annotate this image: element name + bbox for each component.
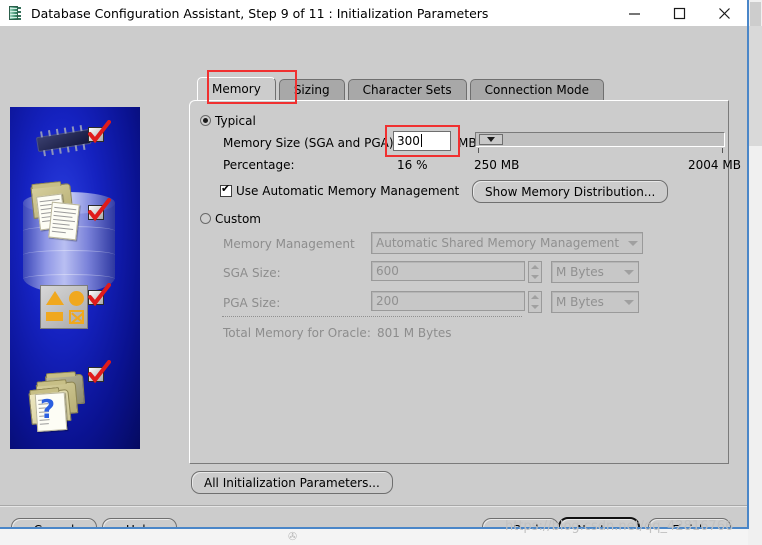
checkmark-icon-2 — [88, 198, 111, 222]
cancel-label: Cancel — [34, 523, 75, 528]
shapes-panel-icon — [40, 285, 88, 329]
pga-size-unit-value: M Bytes — [556, 295, 604, 309]
custom-radio-label: Custom — [215, 212, 261, 226]
tab-character-sets[interactable]: Character Sets — [347, 79, 467, 100]
footer-divider-highlight — [0, 506, 747, 507]
chevron-down-icon — [628, 240, 638, 246]
dca-dialog-window: Database Configuration Assistant, Step 9… — [0, 0, 749, 529]
show-memory-distribution-button[interactable]: Show Memory Distribution... — [472, 180, 669, 203]
sga-size-label: SGA Size: — [223, 266, 281, 280]
auto-memory-checkbox-row[interactable]: Use Automatic Memory Management — [220, 183, 460, 198]
memory-size-unit: MB — [458, 136, 477, 150]
chevron-down-icon — [624, 269, 634, 275]
typical-radio-label: Typical — [215, 114, 256, 128]
maximize-icon[interactable] — [657, 0, 702, 26]
slider-thumb[interactable] — [479, 134, 503, 145]
text-caret — [420, 134, 422, 147]
stepper-up-icon[interactable] — [531, 265, 539, 269]
memory-management-value: Automatic Shared Memory Management — [376, 236, 620, 250]
wizard-illustration: ? — [10, 107, 140, 449]
checkmark-icon-4 — [88, 360, 111, 384]
help-button[interactable]: Help — [102, 518, 177, 528]
memory-management-label: Memory Management — [223, 237, 355, 251]
pga-size-value: 200 — [376, 294, 399, 308]
stepper-down-icon[interactable] — [531, 305, 539, 309]
tab-connection-mode-label: Connection Mode — [484, 83, 590, 97]
memory-size-slider[interactable] — [475, 132, 725, 147]
window-title: Database Configuration Assistant, Step 9… — [31, 5, 489, 21]
decorative-glyph: ✇ — [288, 530, 298, 543]
stepper-down-icon[interactable] — [531, 275, 539, 279]
total-memory-value: 801 M Bytes — [377, 326, 452, 340]
total-memory-label: Total Memory for Oracle: — [223, 326, 371, 340]
memory-management-select[interactable]: Automatic Shared Memory Management — [371, 232, 643, 254]
memory-tab-panel — [189, 100, 729, 464]
show-memory-distribution-label: Show Memory Distribution... — [485, 184, 656, 199]
tab-character-sets-label: Character Sets — [362, 83, 452, 97]
tab-strip: Memory Sizing Character Sets Connection … — [197, 77, 607, 100]
memory-size-label: Memory Size (SGA and PGA): — [223, 136, 398, 150]
sga-size-input[interactable]: 600 — [371, 261, 525, 281]
pga-size-unit-select[interactable]: M Bytes — [551, 291, 639, 313]
slider-tick-max — [722, 148, 723, 153]
slider-max-label: 2004 MB — [688, 158, 741, 172]
auto-memory-label: Use Automatic Memory Management — [236, 184, 460, 198]
custom-radio-button[interactable] — [200, 213, 211, 224]
divider — [222, 316, 522, 317]
all-initialization-parameters-button[interactable]: All Initialization Parameters... — [191, 471, 393, 494]
typical-radio-button[interactable] — [200, 115, 211, 126]
tab-memory[interactable]: Memory — [197, 77, 276, 100]
percentage-label: Percentage: — [223, 158, 295, 172]
memory-size-value: 300 — [397, 134, 420, 148]
pga-size-label: PGA Size: — [223, 296, 281, 310]
stepper-up-icon[interactable] — [531, 295, 539, 299]
database-chip-icon — [7, 5, 23, 21]
sga-size-unit-select[interactable]: M Bytes — [551, 261, 639, 283]
help-label: Help — [126, 523, 153, 528]
memory-size-input[interactable]: 300 — [393, 131, 451, 151]
all-initialization-parameters-label: All Initialization Parameters... — [204, 475, 380, 490]
checkmark-icon-3 — [88, 283, 111, 307]
pga-size-stepper[interactable] — [528, 291, 542, 313]
sga-size-value: 600 — [376, 264, 399, 278]
window-controls — [612, 0, 747, 26]
tab-connection-mode[interactable]: Connection Mode — [469, 79, 605, 100]
auto-memory-checkbox[interactable] — [220, 183, 232, 197]
document-sheet-2 — [48, 201, 80, 241]
sga-size-stepper[interactable] — [528, 261, 542, 283]
pga-size-input[interactable]: 200 — [371, 291, 525, 311]
slider-min-label: 250 MB — [474, 158, 520, 172]
tab-sizing-label: Sizing — [293, 83, 330, 97]
typical-radio-row[interactable]: Typical — [200, 114, 256, 128]
tab-memory-label: Memory — [212, 82, 261, 96]
minimize-icon[interactable] — [612, 0, 657, 26]
background-strip — [748, 26, 762, 146]
chevron-down-icon — [624, 299, 634, 305]
slider-tick-min — [478, 148, 479, 153]
watermark-text: https://blog.csdn.net/qq_42816766 — [505, 519, 734, 534]
question-mark-icon: ? — [40, 395, 56, 425]
cancel-button[interactable]: Cancel — [11, 518, 97, 528]
title-bar: Database Configuration Assistant, Step 9… — [0, 0, 747, 26]
dialog-body: ? Memory Sizing Character Sets Connectio… — [0, 26, 747, 528]
percentage-value: 16 % — [397, 158, 428, 172]
tab-sizing[interactable]: Sizing — [278, 79, 345, 100]
custom-radio-row[interactable]: Custom — [200, 212, 261, 226]
close-icon[interactable] — [702, 0, 747, 26]
checkmark-icon-1 — [88, 120, 111, 144]
sga-size-unit-value: M Bytes — [556, 265, 604, 279]
